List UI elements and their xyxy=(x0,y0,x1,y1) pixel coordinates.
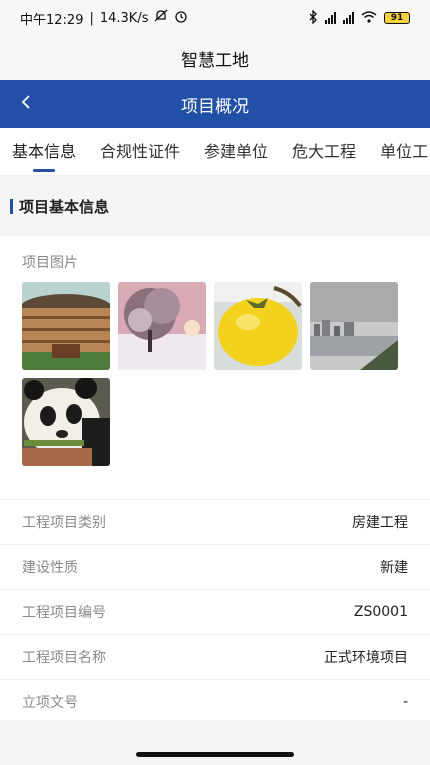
row-value: - xyxy=(402,694,408,710)
tab-bar: 基本信息 合规性证件 参建单位 危大工程 单位工 xyxy=(0,128,430,176)
status-right: 91 xyxy=(308,8,410,27)
row-value: 正式环境项目 xyxy=(324,650,408,666)
mute-icon xyxy=(154,9,168,27)
status-left: 中午12:29 | 14.3K/s xyxy=(20,9,188,28)
page-title: 项目概况 xyxy=(181,96,249,117)
info-row-project-category: 工程项目类别 房建工程 xyxy=(0,499,430,544)
chevron-left-icon xyxy=(20,94,32,115)
tab-basic-info[interactable]: 基本信息 xyxy=(0,128,88,175)
tulou-photo[interactable] xyxy=(22,282,110,370)
bluetooth-icon xyxy=(308,8,318,27)
photo-grid xyxy=(22,282,410,466)
info-row-project-number: 工程项目编号 ZS0001 xyxy=(0,589,430,634)
app-title: 智慧工地 xyxy=(181,50,249,71)
home-indicator[interactable] xyxy=(136,752,294,757)
app-title-bar: 智慧工地 xyxy=(0,36,430,80)
info-row-construction-nature: 建设性质 新建 xyxy=(0,544,430,589)
yellow-fruit-photo[interactable] xyxy=(214,282,302,370)
status-net-speed: 14.3K/s xyxy=(99,10,149,26)
photos-label: 项目图片 xyxy=(22,255,78,271)
row-value: 新建 xyxy=(380,560,408,576)
status-time: 中午12:29 xyxy=(20,12,84,28)
panda-photo[interactable] xyxy=(22,378,110,466)
section-header: 项目基本信息 xyxy=(0,186,430,226)
tab-participating-units[interactable]: 参建单位 xyxy=(192,128,280,175)
status-divider: | xyxy=(89,10,94,26)
city-river-photo[interactable] xyxy=(310,282,398,370)
row-label: 工程项目类别 xyxy=(22,515,106,531)
tab-hazardous-projects[interactable]: 危大工程 xyxy=(280,128,368,175)
wifi-icon xyxy=(361,10,377,26)
row-label: 立项文号 xyxy=(22,695,78,711)
row-value: ZS0001 xyxy=(353,604,408,620)
info-list: 工程项目类别 房建工程 建设性质 新建 工程项目编号 ZS0001 工程项目名称… xyxy=(0,499,430,724)
signal-icon xyxy=(325,12,336,24)
tab-unit-project[interactable]: 单位工 xyxy=(368,128,430,175)
snow-tree-photo[interactable] xyxy=(118,282,206,370)
nav-bar: 项目概况 xyxy=(0,80,430,128)
section-accent-bar xyxy=(10,198,13,214)
info-row-approval-number: 立项文号 - xyxy=(0,679,430,724)
battery-icon: 91 xyxy=(384,12,410,24)
status-bar: 中午12:29 | 14.3K/s 91 xyxy=(0,0,430,36)
alarm-icon xyxy=(174,9,188,27)
signal-icon xyxy=(343,12,354,24)
project-info-card: 项目图片 工程项目类别 房建工程 建设性质 新建 工程项目编号 ZS0001 工… xyxy=(0,236,430,720)
tab-compliance-certificates[interactable]: 合规性证件 xyxy=(88,128,192,175)
row-label: 工程项目名称 xyxy=(22,650,106,666)
back-button[interactable] xyxy=(12,90,40,118)
system-footer xyxy=(0,720,430,765)
section-title: 项目基本信息 xyxy=(19,197,110,216)
row-label: 建设性质 xyxy=(22,560,78,576)
row-label: 工程项目编号 xyxy=(22,605,106,621)
info-row-project-name: 工程项目名称 正式环境项目 xyxy=(0,634,430,679)
row-value: 房建工程 xyxy=(352,515,408,531)
